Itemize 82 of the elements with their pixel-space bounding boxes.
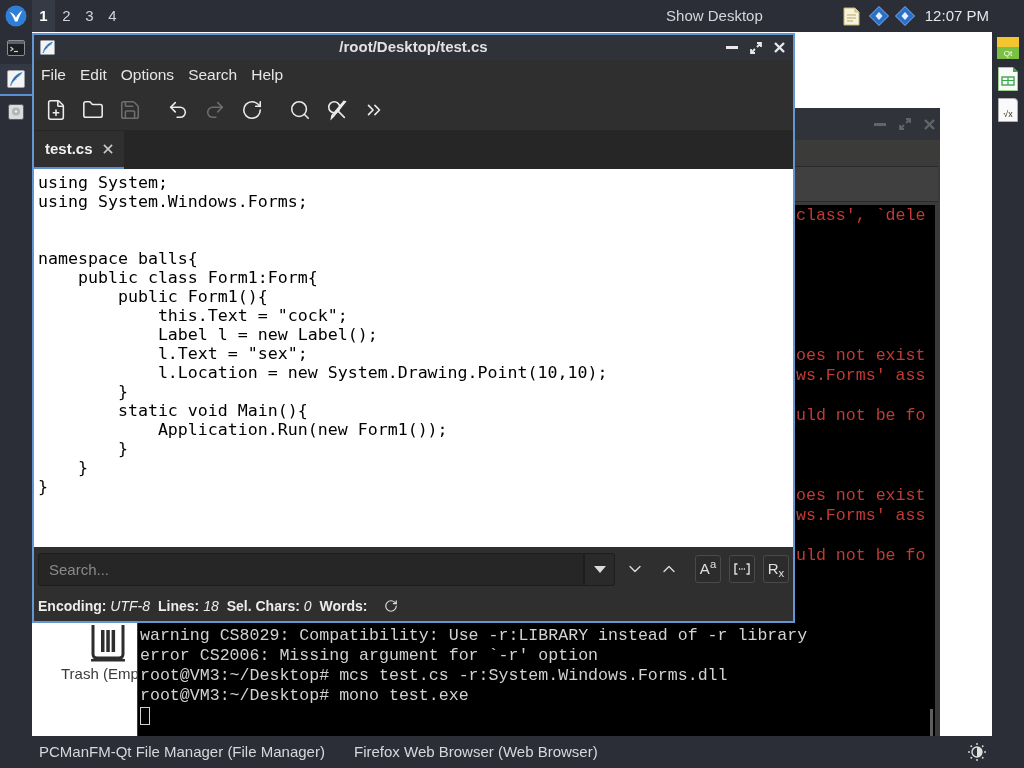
code-line: }	[116, 382, 128, 401]
terminal-line: class', `dele	[796, 206, 926, 225]
menu-item[interactable]: Search	[181, 61, 245, 89]
workspace-button[interactable]: 2	[55, 0, 78, 32]
brightness-icon[interactable]	[968, 743, 986, 761]
diamond-icon[interactable]	[868, 6, 889, 26]
minimize-icon	[726, 46, 738, 49]
terminal-line: root@VM3:~/Desktop# mono test.exe	[140, 686, 469, 705]
taskbar-button[interactable]: Firefox Web Browser (Web Browser)	[347, 736, 662, 768]
magnifier-pencil-icon	[325, 99, 348, 121]
code-line: l.Text = "sex";	[156, 344, 308, 363]
note-icon[interactable]	[842, 6, 860, 26]
close-icon	[102, 144, 113, 154]
menu-item[interactable]: Edit	[73, 61, 114, 89]
refresh-button[interactable]	[383, 599, 398, 613]
code-line: using System;	[38, 173, 168, 192]
brackets-icon	[734, 563, 750, 575]
terminal-icon	[7, 40, 25, 56]
folder-icon	[81, 99, 104, 121]
terminal-line: oes not exist	[796, 346, 926, 365]
spreadsheet-icon	[998, 66, 1018, 91]
status-field: Lines: 18	[158, 595, 219, 617]
code-line: Application.Run(new Form1());	[156, 420, 448, 439]
editor-tab[interactable]: test.cs	[34, 131, 124, 169]
status-field: Encoding: UTF-8	[38, 595, 150, 617]
workspace-button[interactable]: 3	[78, 0, 101, 32]
menu-item[interactable]: Help	[244, 61, 291, 89]
code-line: }	[116, 439, 128, 458]
reload-icon	[240, 99, 263, 121]
close-icon	[924, 118, 935, 130]
show-desktop-button[interactable]: Show Desktop	[662, 0, 767, 32]
terminal-line: error CS2006: Missing argument for `-r' option	[140, 646, 599, 665]
launcher-button[interactable]: √x	[998, 97, 1018, 122]
code-line: l.Location = new System.Drawing.Point(10,10);	[156, 363, 608, 382]
code-line: }	[38, 477, 48, 496]
terminal-line: uld not be fo	[796, 546, 926, 565]
logo-icon	[5, 5, 27, 27]
trash-bin-icon[interactable]	[88, 624, 128, 662]
status-field: Sel. Chars: 0	[226, 595, 312, 617]
maximize-icon	[750, 41, 762, 54]
terminal-line: oes not exist	[796, 486, 926, 505]
dropdown-button[interactable]	[584, 552, 616, 586]
launcher-button[interactable]	[998, 66, 1018, 91]
code-line: Label l = new Label();	[156, 325, 378, 344]
code-line: public Form1(){	[116, 287, 268, 306]
search-field[interactable]: Search...	[38, 552, 585, 586]
status-field: Words:	[319, 595, 368, 617]
code-line: static void Main(){	[116, 401, 308, 420]
minimize-icon	[874, 122, 886, 126]
code-editor[interactable]	[34, 169, 793, 547]
whole-word-button[interactable]	[729, 555, 755, 583]
terminal-line: ws.Forms' ass	[796, 506, 926, 525]
search-icon	[288, 99, 311, 121]
code-line: namespace balls{	[38, 249, 198, 268]
terminal-line: ws.Forms' ass	[796, 366, 926, 385]
block-cursor-icon	[140, 707, 150, 725]
maximize-icon	[899, 118, 911, 130]
menu-item[interactable]: File	[34, 61, 73, 89]
feather-icon	[7, 70, 25, 88]
clock[interactable]: 12:07 PM	[924, 4, 989, 28]
reload-icon	[383, 599, 398, 613]
terminal-line: root@VM3:~/Desktop# mcs test.cs -r:System.Windows.Forms.dll	[140, 666, 728, 685]
window-title: /root/Desktop/test.cs	[339, 37, 488, 58]
code-line: using System.Windows.Forms;	[38, 192, 308, 211]
taskbar-button[interactable]: PCManFM-Qt File Manager (File Manager)	[32, 736, 347, 768]
match-case-button[interactable]: A$^{a}$	[695, 555, 721, 583]
workspace-button[interactable]: 4	[101, 0, 124, 32]
terminal-line: uld not be fo	[796, 406, 926, 425]
diamond-icon[interactable]	[894, 6, 915, 26]
workspace-button[interactable]: 1	[32, 0, 55, 32]
scrollbar[interactable]	[930, 709, 933, 736]
feather-icon	[40, 40, 55, 55]
close-icon	[774, 42, 785, 53]
code-line: }	[76, 458, 88, 477]
caret-down-icon	[593, 565, 606, 573]
code-line: public class Form1:Form{	[76, 268, 318, 287]
terminal-line: warning CS8029: Compatibility: Use -r:LIBRARY instead of -r library	[140, 626, 808, 645]
menu-item[interactable]: Options	[113, 61, 182, 89]
code-line: this.Text = "cock";	[156, 306, 348, 325]
dock-launcher[interactable]	[0, 64, 32, 96]
regex-button[interactable]: R$_{x}$	[763, 555, 789, 583]
tab-close-button[interactable]	[102, 144, 113, 154]
